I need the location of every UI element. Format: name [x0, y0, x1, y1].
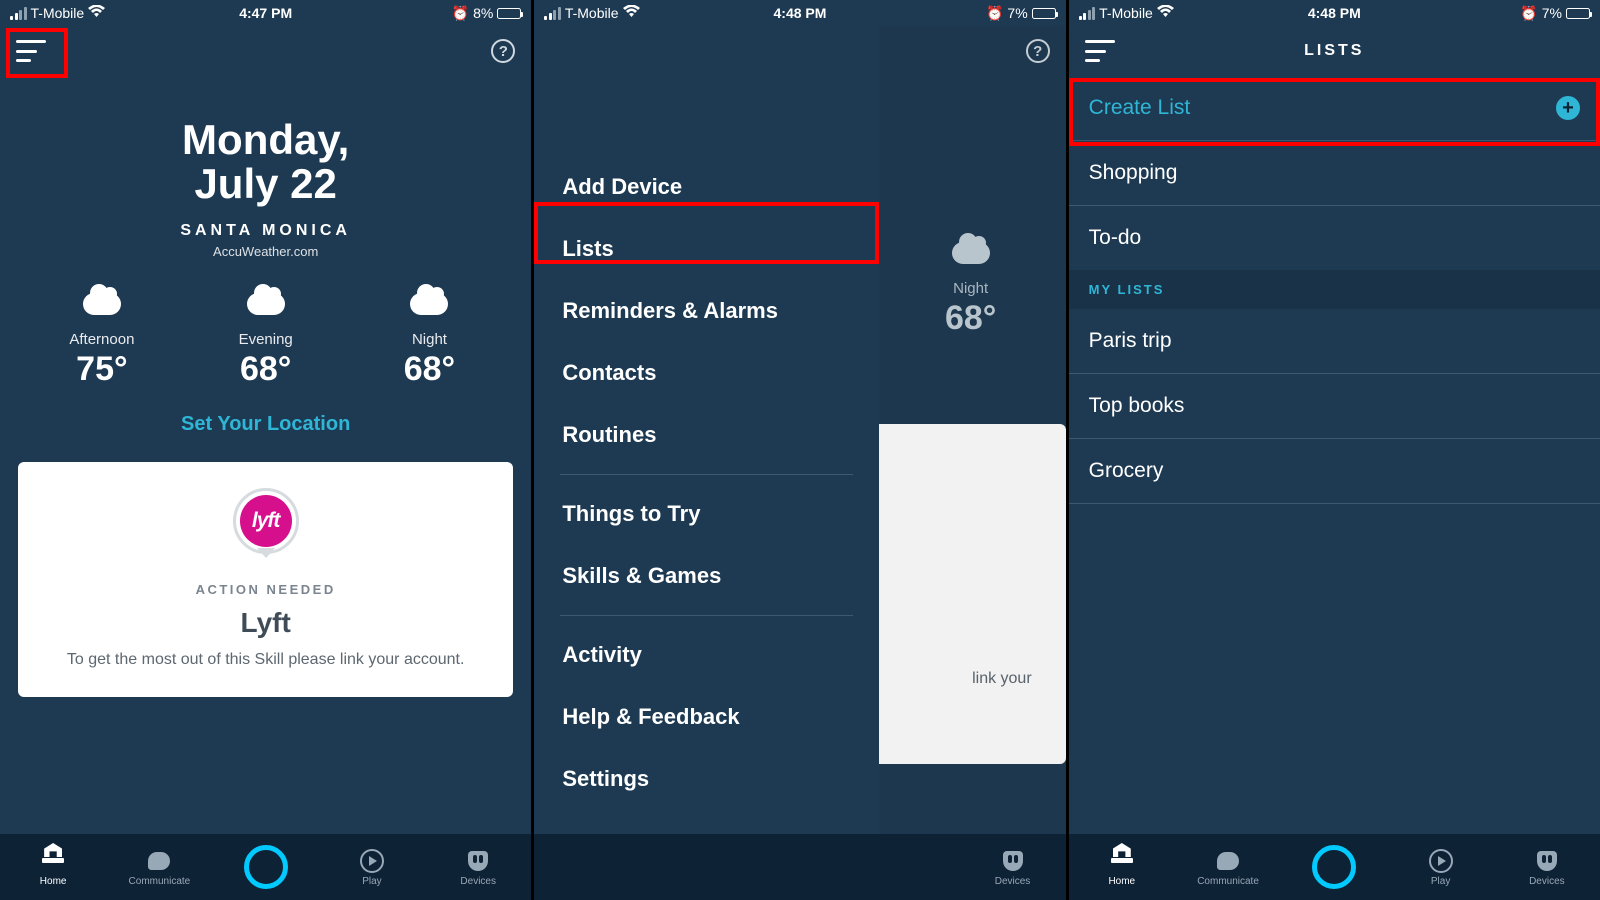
forecast-night: Night 68° [876, 236, 1066, 338]
card-description: To get the most out of this Skill please… [42, 649, 489, 671]
list-top-books[interactable]: Top books [1069, 374, 1600, 439]
tab-devices[interactable]: Devices [425, 848, 531, 887]
clock: 4:47 PM [239, 5, 292, 21]
menu-divider [560, 615, 853, 616]
battery-icon [1032, 8, 1056, 19]
tab-devices[interactable]: Devices [959, 848, 1065, 887]
menu-reminders[interactable]: Reminders & Alarms [534, 280, 879, 342]
alarm-icon: ⏰ [452, 5, 469, 22]
status-bar: T-Mobile 4:48 PM ⏰ 7% [534, 0, 1065, 26]
card-title: Lyft [42, 607, 489, 639]
forecast-night: Night 68° [348, 287, 512, 389]
menu-contacts[interactable]: Contacts [534, 342, 879, 404]
tab-home[interactable]: Home [1069, 848, 1175, 887]
signal-icon [10, 7, 27, 20]
menu-routines[interactable]: Routines [534, 404, 879, 466]
tab-play[interactable]: Play [1387, 848, 1493, 887]
help-icon[interactable]: ? [1026, 39, 1050, 63]
date-monthday: July 22 [0, 160, 531, 208]
set-location-link[interactable]: Set Your Location [0, 413, 531, 436]
screen-lists: T-Mobile 4:48 PM ⏰ 7% LISTS Create List … [1066, 0, 1600, 900]
lyft-logo: lyft [233, 488, 299, 554]
clock: 4:48 PM [1308, 5, 1361, 21]
carrier-label: T-Mobile [1099, 5, 1153, 21]
plus-icon: + [1556, 96, 1580, 120]
signal-icon [544, 7, 561, 20]
location-city: SANTA MONICA [0, 222, 531, 240]
menu-help-feedback[interactable]: Help & Feedback [534, 686, 879, 748]
tab-home[interactable]: Home [0, 848, 106, 887]
cloudy-night-icon [876, 236, 1066, 270]
menu-activity[interactable]: Activity [534, 624, 879, 686]
alarm-icon: ⏰ [1520, 5, 1537, 22]
tab-alexa[interactable] [213, 854, 319, 880]
create-list-label: Create List [1089, 96, 1191, 120]
screen-home: T-Mobile 4:47 PM ⏰ 8% ? Monday, July 22 … [0, 0, 531, 900]
status-bar: T-Mobile 4:48 PM ⏰ 7% [1069, 0, 1600, 26]
page-title: LISTS [1304, 42, 1364, 60]
menu-skills-games[interactable]: Skills & Games [534, 545, 879, 607]
skill-card-lyft[interactable]: lyft ACTION NEEDED Lyft To get the most … [18, 462, 513, 697]
signal-icon [1079, 7, 1096, 20]
list-shopping[interactable]: Shopping [1069, 141, 1600, 206]
carrier-label: T-Mobile [31, 5, 85, 21]
tab-bar: Home Communicate Play Devices [1069, 834, 1600, 900]
date-block: Monday, July 22 SANTA MONICA AccuWeather… [0, 116, 531, 259]
wifi-icon [88, 5, 105, 21]
date-weekday: Monday, [0, 116, 531, 164]
menu-things-to-try[interactable]: Things to Try [534, 483, 879, 545]
battery-pct: 7% [1542, 5, 1562, 21]
tab-play[interactable]: Play [319, 848, 425, 887]
list-grocery[interactable]: Grocery [1069, 439, 1600, 504]
partly-cloudy-icon [20, 287, 184, 321]
app-bar: LISTS [1069, 26, 1600, 76]
app-bar: ? [0, 26, 531, 76]
menu-divider [560, 474, 853, 475]
action-needed-label: ACTION NEEDED [42, 582, 489, 597]
battery-pct: 8% [473, 5, 493, 21]
screen-menu: T-Mobile 4:48 PM ⏰ 7% ? Night 68° link y… [531, 0, 1065, 900]
side-menu: Add Device Lists Reminders & Alarms Cont… [534, 26, 879, 834]
menu-button[interactable] [16, 40, 46, 62]
forecast-evening: Evening 68° [184, 287, 348, 389]
menu-add-device[interactable]: Add Device [534, 156, 879, 218]
card-peek: link your [856, 424, 1066, 764]
help-icon[interactable]: ? [491, 39, 515, 63]
tab-communicate[interactable]: Communicate [106, 848, 212, 887]
battery-icon [497, 8, 521, 19]
clock: 4:48 PM [774, 5, 827, 21]
tab-bar: Home Communicate Play Devices [0, 834, 531, 900]
status-bar: T-Mobile 4:47 PM ⏰ 8% [0, 0, 531, 26]
forecast-row: Afternoon 75° Evening 68° Night 68° [0, 287, 531, 389]
tab-devices[interactable]: Devices [1494, 848, 1600, 887]
list-paris-trip[interactable]: Paris trip [1069, 309, 1600, 374]
menu-button[interactable] [1085, 40, 1115, 62]
forecast-afternoon: Afternoon 75° [20, 287, 184, 389]
background-peek: ? Night 68° link your [876, 26, 1066, 834]
create-list-button[interactable]: Create List + [1069, 76, 1600, 141]
alarm-icon: ⏰ [986, 5, 1003, 22]
tab-communicate[interactable]: Communicate [1175, 848, 1281, 887]
battery-icon [1566, 8, 1590, 19]
tab-bar: Devices [534, 834, 1065, 900]
cloudy-night-icon [184, 287, 348, 321]
wifi-icon [1157, 5, 1174, 21]
list-todo[interactable]: To-do [1069, 206, 1600, 270]
cloudy-night-icon [348, 287, 512, 321]
menu-settings[interactable]: Settings [534, 748, 879, 810]
carrier-label: T-Mobile [565, 5, 619, 21]
my-lists-header: MY LISTS [1069, 270, 1600, 309]
weather-provider: AccuWeather.com [0, 244, 531, 259]
tab-alexa[interactable] [1281, 854, 1387, 880]
menu-lists[interactable]: Lists [534, 218, 879, 280]
battery-pct: 7% [1007, 5, 1027, 21]
wifi-icon [623, 5, 640, 21]
